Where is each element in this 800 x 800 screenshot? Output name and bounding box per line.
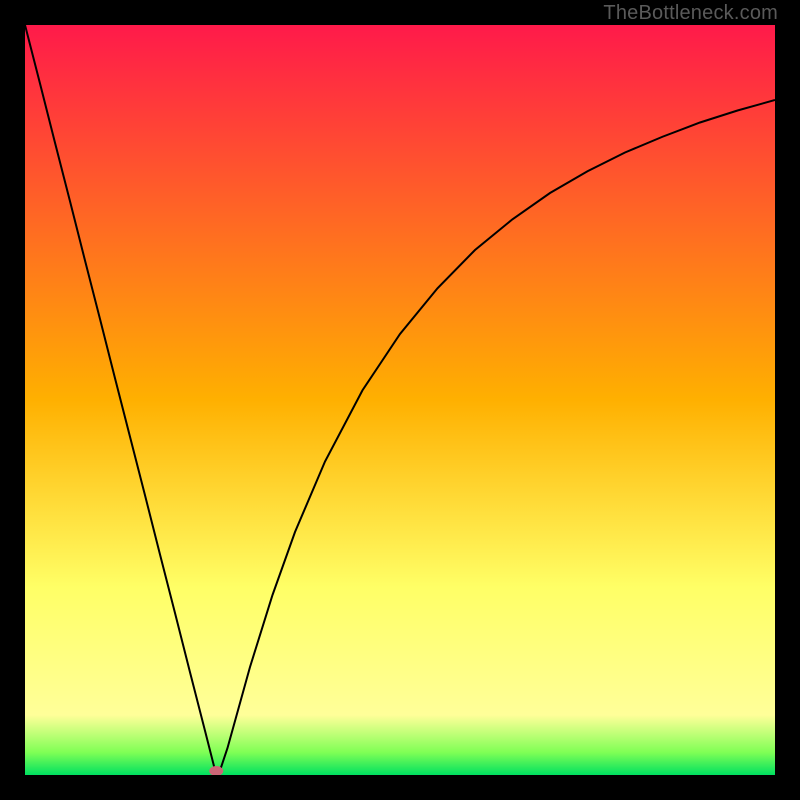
chart-svg [25,25,775,775]
watermark-text: TheBottleneck.com [603,2,778,25]
chart-frame: TheBottleneck.com [0,0,800,800]
plot-area [25,25,775,775]
